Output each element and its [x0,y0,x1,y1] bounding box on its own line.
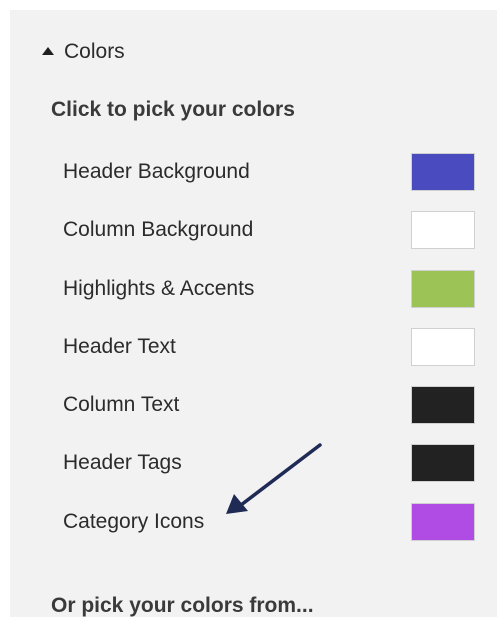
color-row-header-background: Header Background [63,153,475,211]
color-swatch-column-background[interactable] [411,211,475,250]
color-swatch-column-text[interactable] [411,386,475,425]
color-row-header-tags: Header Tags [63,444,475,502]
preset-colors-heading: Or pick your colors from... [51,594,314,617]
colors-section-toggle[interactable]: Colors [42,34,125,70]
color-label: Column Background [63,218,254,242]
color-swatch-header-text[interactable] [411,327,475,366]
color-label: Highlights & Accents [63,276,255,300]
color-swatch-header-background[interactable] [411,153,475,191]
color-row-column-text: Column Text [63,386,475,444]
color-row-column-background: Column Background [63,211,475,269]
color-label: Category Icons [63,509,205,533]
color-label: Header Text [63,334,176,358]
color-row-category-icons: Category Icons [63,502,475,561]
color-swatch-highlights-accents[interactable] [411,269,475,308]
color-list: Header Background Column Background High… [63,153,475,561]
color-swatch-category-icons[interactable] [411,502,475,541]
pick-colors-heading: Click to pick your colors [51,98,295,121]
section-title: Colors [64,40,125,63]
caret-up-icon [42,47,54,55]
color-label: Header Background [63,160,250,183]
color-swatch-header-tags[interactable] [411,444,475,483]
color-label: Column Text [63,393,180,417]
color-row-highlights-accents: Highlights & Accents [63,269,475,328]
color-label: Header Tags [63,451,182,475]
color-row-header-text: Header Text [63,327,475,386]
